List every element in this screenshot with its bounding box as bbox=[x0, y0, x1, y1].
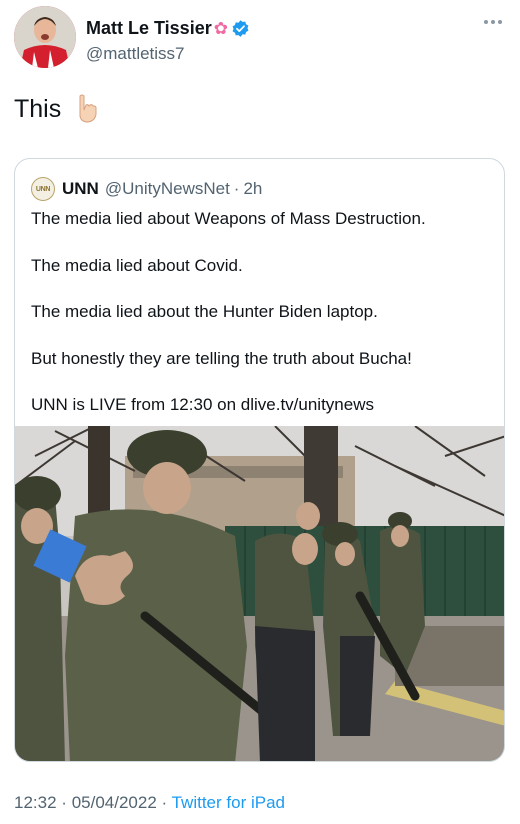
tweet-footer: 12:32 · 05/04/2022 · Twitter for iPad bbox=[14, 793, 285, 813]
quoted-text: The media lied about Weapons of Mass Des… bbox=[31, 207, 491, 440]
quoted-avatar[interactable]: UNN bbox=[31, 177, 55, 201]
quoted-paragraph: UNN is LIVE from 12:30 on dlive.tv/unity… bbox=[31, 395, 374, 414]
quoted-tweet-header: UNN UNN @UnityNewsNet · 2h bbox=[31, 177, 262, 201]
footer-separator: · bbox=[161, 793, 168, 812]
quoted-display-name[interactable]: UNN bbox=[62, 179, 99, 199]
separator-dot: · bbox=[233, 179, 240, 198]
footer-separator: · bbox=[61, 793, 67, 812]
more-options-icon[interactable] bbox=[484, 20, 506, 28]
avatar[interactable] bbox=[14, 6, 76, 68]
quoted-paragraph: But honestly they are telling the truth … bbox=[31, 348, 412, 368]
flower-icon: ✿ bbox=[213, 19, 228, 38]
quoted-time[interactable]: 2h bbox=[243, 179, 262, 199]
quoted-handle[interactable]: @UnityNewsNet bbox=[105, 179, 230, 199]
tweet-header: Matt Le Tissier ✿ @mattletiss7 bbox=[14, 6, 506, 68]
tweet-source-link[interactable]: Twitter for iPad bbox=[172, 793, 285, 812]
backhand-pointing-down-icon bbox=[79, 94, 97, 123]
tweet-text-content: This bbox=[14, 94, 62, 123]
author-handle[interactable]: @mattletiss7 bbox=[86, 44, 185, 64]
tweet-time[interactable]: 12:32 bbox=[14, 793, 57, 812]
quoted-media-image[interactable] bbox=[15, 426, 505, 762]
verified-badge-icon bbox=[232, 20, 249, 37]
display-name[interactable]: Matt Le Tissier bbox=[86, 18, 212, 39]
quoted-paragraph: The media lied about the Hunter Biden la… bbox=[31, 302, 378, 321]
quoted-paragraph: The media lied about Weapons of Mass Des… bbox=[31, 209, 426, 228]
tweet-text: This bbox=[14, 94, 99, 124]
quoted-tweet[interactable]: UNN UNN @UnityNewsNet · 2h The media lie… bbox=[14, 158, 505, 762]
tweet-date[interactable]: 05/04/2022 bbox=[72, 793, 157, 812]
quoted-paragraph: The media lied about Covid. bbox=[31, 255, 243, 275]
